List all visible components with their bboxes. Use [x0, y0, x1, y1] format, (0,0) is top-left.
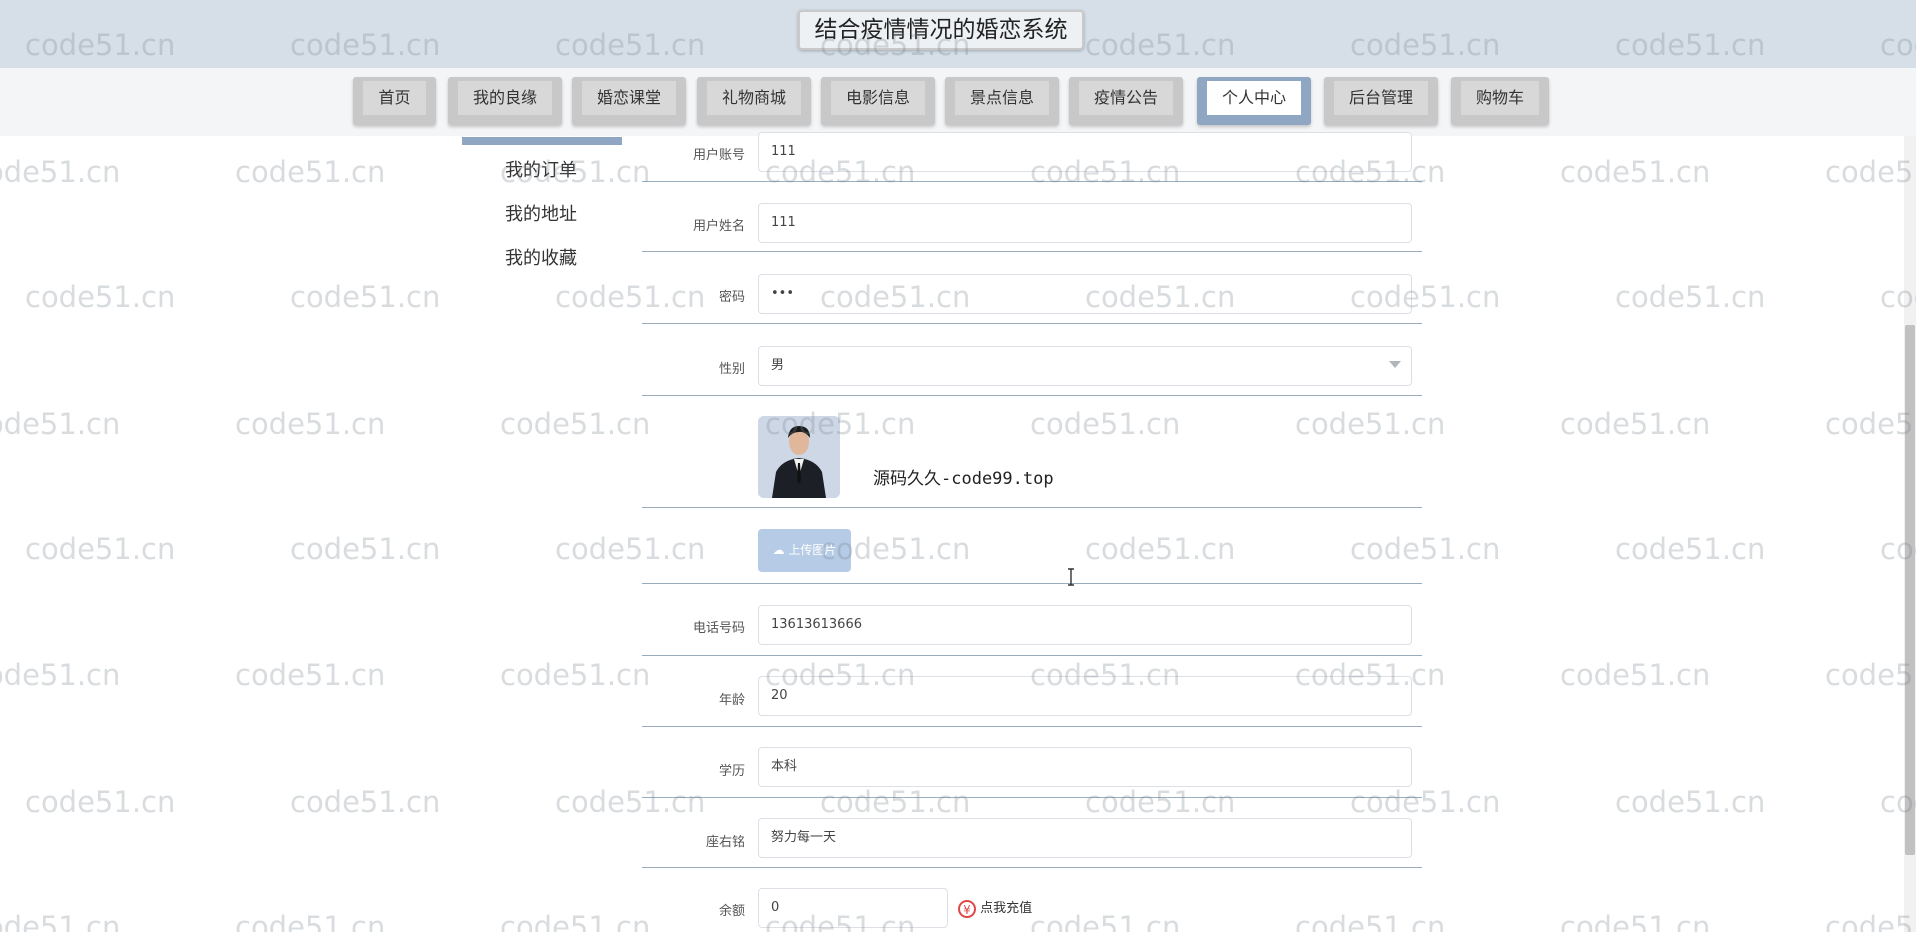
site-header: 结合疫情情况的婚恋系统 [0, 0, 1916, 69]
watermark-text: code51.cn [1615, 532, 1766, 566]
form-row-gender: 性别 男 [642, 324, 1422, 396]
education-label: 学历 [718, 764, 745, 779]
password-label: 密码 [718, 290, 745, 305]
watermark-text: code51.cn [290, 280, 441, 314]
motto-label: 座右铭 [705, 835, 745, 850]
form-row-account: 用户账号 111 [642, 112, 1422, 182]
yuan-icon: ¥ [958, 899, 976, 918]
watermark-text: code51.cn [500, 407, 651, 441]
gender-label: 性别 [718, 362, 745, 377]
motto-input[interactable]: 努力每一天 [758, 818, 1412, 858]
watermark-text: code51.cn [1825, 910, 1916, 932]
account-label: 用户账号 [692, 148, 745, 163]
sidebar-accent-bar [462, 137, 622, 145]
recharge-link[interactable]: ¥ 点我充值 [958, 897, 1032, 918]
nav-item-label: 景点信息 [955, 81, 1049, 115]
nav-item-label: 首页 [363, 81, 426, 115]
watermark-text: code51.cn [1615, 785, 1766, 819]
upload-image-button[interactable]: ☁ 上传图片 [758, 529, 851, 572]
nav-item-label: 礼物商城 [707, 81, 801, 115]
form-row-password: 密码 ••• [642, 252, 1422, 324]
watermark-text: code51.cn [235, 407, 386, 441]
upload-button-label: 上传图片 [788, 543, 837, 557]
form-row-age: 年龄 20 [642, 656, 1422, 727]
watermark-text: code51.cn [1560, 658, 1711, 692]
gender-select[interactable]: 男 [758, 346, 1412, 386]
nav-item-label: 我的良缘 [458, 81, 552, 115]
watermark-text: code51.cn [0, 910, 121, 932]
nav-item-home[interactable]: 首页 [353, 77, 436, 125]
watermark-text: code51.cn [1560, 155, 1711, 189]
avatar-caption: 源码久久-code99.top [873, 469, 1054, 489]
watermark-text: code51.cn [0, 155, 121, 189]
watermark-text: code51.cn [290, 785, 441, 819]
form-row-name: 用户姓名 111 [642, 182, 1422, 252]
gender-value: 男 [771, 358, 785, 373]
nav-item-cart[interactable]: 购物车 [1451, 77, 1549, 125]
watermark-text: code51.cn [1825, 155, 1916, 189]
nav-item-label: 个人中心 [1207, 81, 1301, 115]
nav-item-label: 后台管理 [1334, 81, 1428, 115]
watermark-text: code51.cn [0, 658, 121, 692]
avatar [758, 416, 840, 498]
watermark-text: code51.cn [25, 785, 176, 819]
avatar-portrait-icon [758, 416, 840, 498]
watermark-text: code51.cn [500, 658, 651, 692]
watermark-text: code51.cn [25, 532, 176, 566]
watermark-text: code51.cn [0, 407, 121, 441]
watermark-text: code51.cn [1825, 658, 1916, 692]
watermark-text: code51.cn [1560, 910, 1711, 932]
nav-item-label: 购物车 [1461, 81, 1539, 115]
watermark-text: code51.cn [235, 155, 386, 189]
nav-item-label: 疫情公告 [1079, 81, 1173, 115]
chevron-down-icon [1389, 361, 1401, 368]
phone-label: 电话号码 [692, 621, 745, 636]
age-label: 年龄 [718, 693, 745, 708]
phone-input[interactable]: 13613613666 [758, 605, 1412, 645]
sidebar-item-my-address[interactable]: 我的地址 [505, 200, 577, 226]
scrollbar-thumb[interactable] [1905, 325, 1915, 855]
education-input[interactable]: 本科 [758, 747, 1412, 787]
form-row-education: 学历 本科 [642, 727, 1422, 798]
balance-input[interactable]: 0 [758, 888, 948, 928]
balance-label: 余额 [718, 904, 745, 919]
nav-item-label: 电影信息 [831, 81, 925, 115]
site-title: 结合疫情情况的婚恋系统 [798, 10, 1084, 50]
watermark-text: code51.cn [1825, 407, 1916, 441]
cloud-upload-icon: ☁ [772, 543, 785, 557]
watermark-text: code51.cn [235, 658, 386, 692]
form-row-phone: 电话号码 13613613666 [642, 584, 1422, 656]
name-input[interactable]: 111 [758, 203, 1412, 243]
age-input[interactable]: 20 [758, 676, 1412, 716]
watermark-text: code51.cn [25, 280, 176, 314]
watermark-text: code51.cn [290, 532, 441, 566]
watermark-text: code51.cn [235, 910, 386, 932]
nav-item-label: 婚恋课堂 [582, 81, 676, 115]
sidebar-item-my-orders[interactable]: 我的订单 [505, 156, 577, 182]
name-label: 用户姓名 [692, 219, 745, 234]
watermark-text: code51.cn [500, 910, 651, 932]
account-input[interactable]: 111 [758, 132, 1412, 172]
watermark-text: code51.cn [1560, 407, 1711, 441]
watermark-text: code51.cn [1615, 280, 1766, 314]
sidebar-item-my-favorites[interactable]: 我的收藏 [505, 244, 577, 270]
form-row-motto: 座右铭 努力每一天 [642, 798, 1422, 868]
recharge-label: 点我充值 [980, 901, 1033, 916]
password-input[interactable]: ••• [758, 274, 1412, 314]
nav-item-my-match[interactable]: 我的良缘 [448, 77, 562, 125]
text-cursor-icon [1068, 568, 1074, 586]
